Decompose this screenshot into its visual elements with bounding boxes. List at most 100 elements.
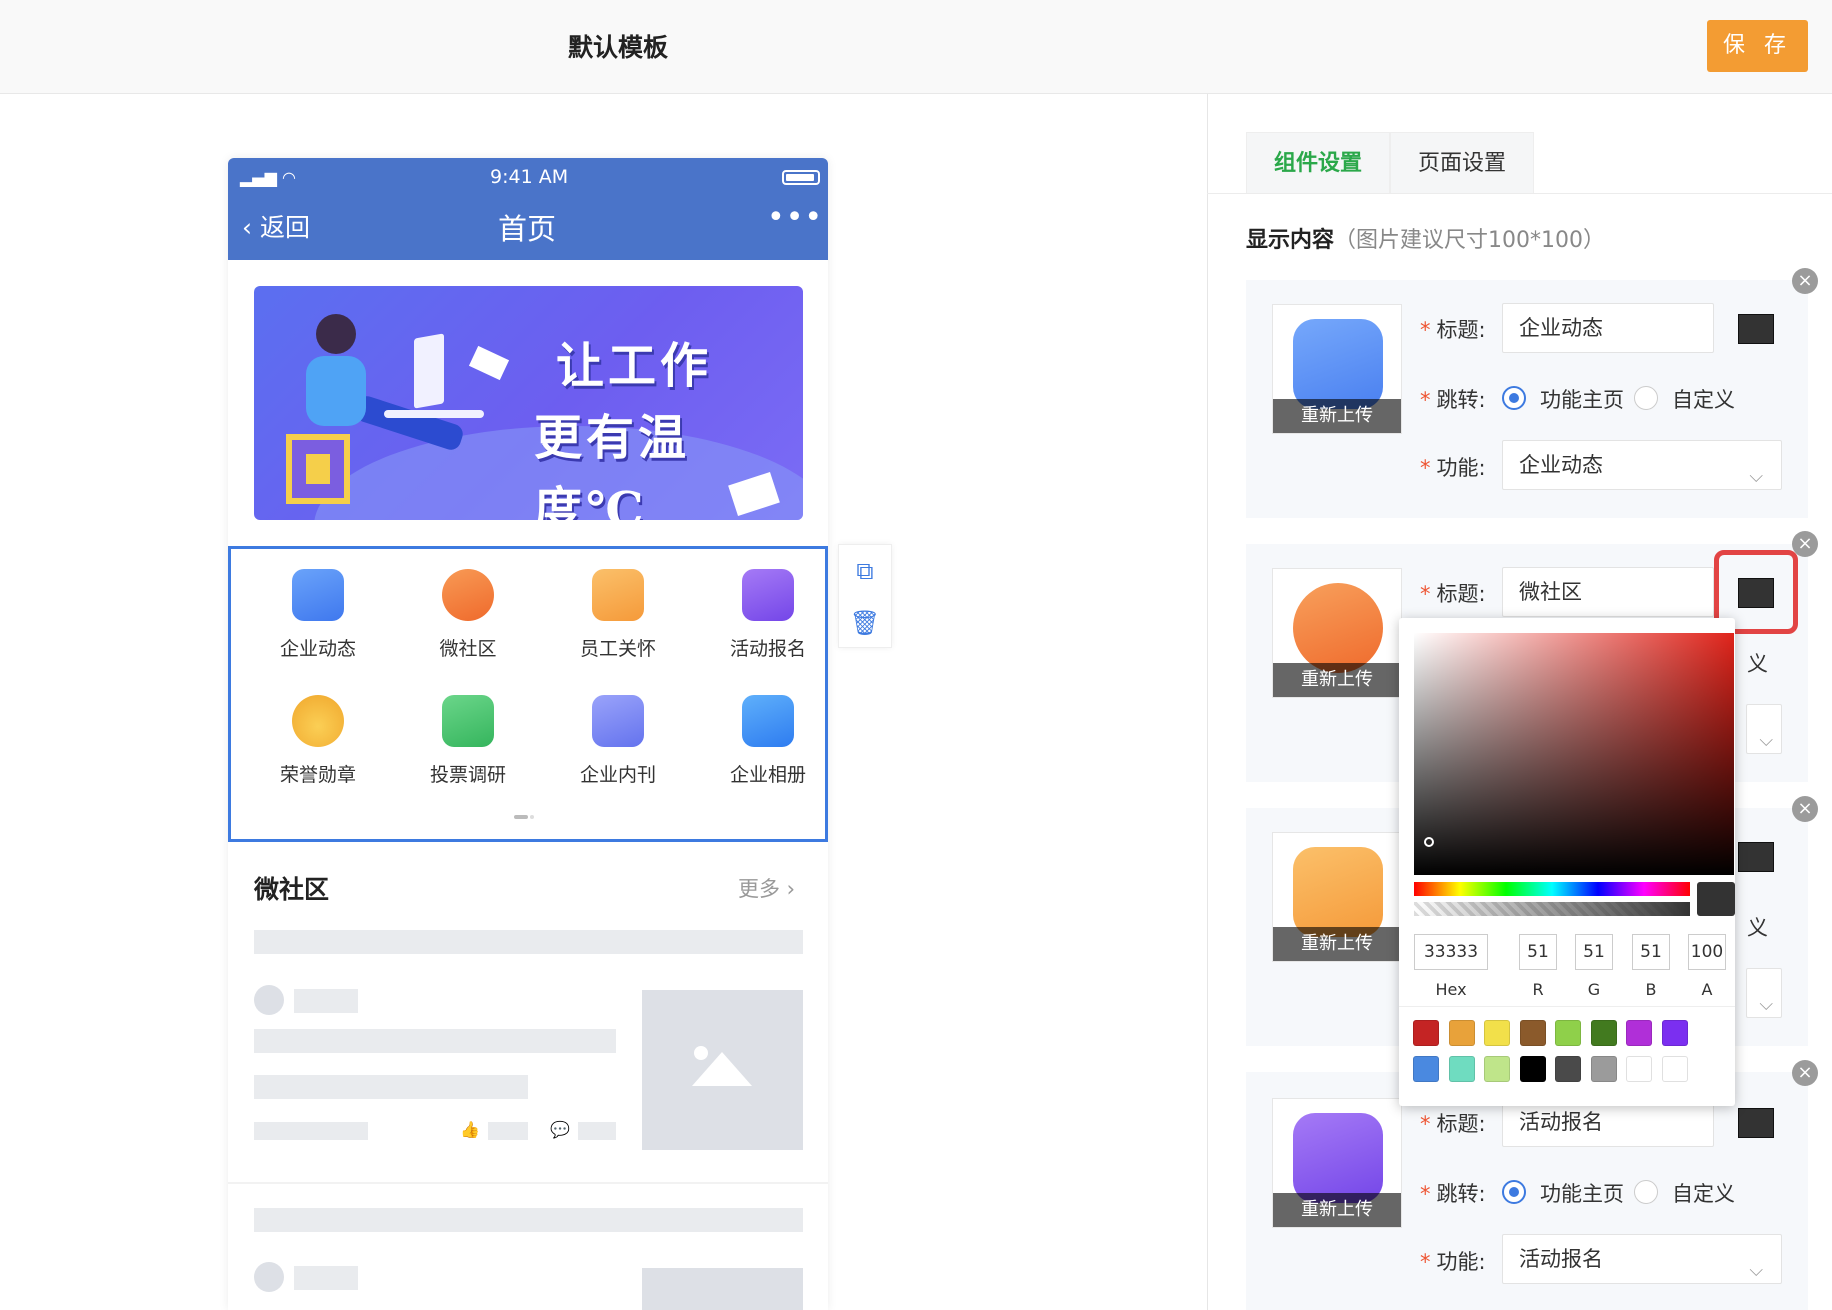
radio-custom[interactable] <box>1634 386 1658 410</box>
color-swatch[interactable] <box>1661 1020 1688 1046</box>
image-upload[interactable]: 重新上传 <box>1272 1098 1402 1228</box>
alpha-slider[interactable] <box>1414 902 1690 916</box>
chevron-left-icon: ‹ <box>242 213 260 242</box>
book-icon <box>592 695 644 747</box>
color-swatch[interactable] <box>1484 1020 1510 1046</box>
g-input[interactable]: 51 <box>1575 934 1613 970</box>
saturation-area[interactable] <box>1414 633 1734 875</box>
reupload-button[interactable]: 重新上传 <box>1273 663 1401 697</box>
func-select[interactable]: 企业动态 ⌵ <box>1502 440 1782 490</box>
b-input[interactable]: 51 <box>1632 934 1670 970</box>
hue-slider[interactable] <box>1414 882 1690 896</box>
color-swatch[interactable] <box>1519 1056 1546 1082</box>
skeleton-line <box>254 930 803 954</box>
document-icon <box>1293 319 1383 409</box>
color-picker-popup: 33333 51 51 51 100 Hex R G B A <box>1399 618 1735 1106</box>
color-swatch[interactable] <box>1626 1020 1652 1046</box>
copy-icon[interactable]: ⧉ <box>839 545 891 597</box>
a-input[interactable]: 100 <box>1688 934 1726 970</box>
star-badge-icon <box>1293 1113 1383 1203</box>
section-divider <box>228 1182 828 1184</box>
grid-item[interactable]: 荣誉勋章 <box>258 695 378 787</box>
page-indicator <box>514 804 534 819</box>
color-swatch[interactable] <box>1555 1056 1581 1082</box>
trash-icon[interactable]: 🗑 <box>839 597 891 649</box>
color-swatch[interactable] <box>1484 1056 1510 1082</box>
color-swatch[interactable] <box>1555 1020 1581 1046</box>
color-swatch[interactable] <box>1626 1056 1652 1082</box>
image-upload[interactable]: 重新上传 <box>1272 832 1402 962</box>
battery-icon <box>782 170 820 185</box>
grid-item[interactable]: 活动报名 <box>708 569 828 661</box>
color-cursor[interactable] <box>1424 837 1434 847</box>
color-swatch[interactable] <box>1590 1056 1617 1082</box>
radio-home-label: 功能主页 <box>1540 1182 1624 1206</box>
status-time: 9:41 AM <box>490 166 569 188</box>
panel-divider <box>1207 94 1208 1310</box>
skeleton-line <box>254 1208 803 1232</box>
grid-item[interactable]: 企业相册 <box>708 695 828 787</box>
func-select[interactable]: 活动报名 ⌵ <box>1502 1234 1782 1284</box>
hex-input[interactable]: 33333 <box>1414 934 1488 970</box>
image-upload[interactable]: 重新上传 <box>1272 304 1402 434</box>
radio-home[interactable] <box>1502 386 1526 410</box>
image-upload[interactable]: 重新上传 <box>1272 568 1402 698</box>
a-label: A <box>1701 980 1713 999</box>
feature-grid-selected[interactable]: 企业动态 微社区 员工关怀 活动报名 荣誉勋章 投票调研 企业内刊 企业相册 <box>228 546 828 842</box>
hex-label: Hex <box>1435 980 1467 999</box>
color-swatch[interactable] <box>1413 1020 1439 1046</box>
grid-item[interactable]: 员工关怀 <box>558 569 678 661</box>
photo-icon <box>742 695 794 747</box>
close-icon[interactable]: × <box>1792 796 1818 822</box>
close-icon[interactable]: × <box>1792 1060 1818 1086</box>
skeleton-line <box>578 1122 616 1140</box>
grid-item[interactable]: 企业动态 <box>258 569 378 661</box>
reupload-button[interactable]: 重新上传 <box>1273 927 1401 961</box>
color-swatch[interactable] <box>1519 1020 1546 1046</box>
title-input[interactable]: 企业动态 <box>1502 303 1714 353</box>
chat-bubble-icon <box>1293 583 1383 673</box>
radio-custom[interactable] <box>1634 1180 1658 1204</box>
phone-preview: ▂▄▆ ◠ 9:41 AM ‹ 返回 首页 ••• 让工作 更有温度℃ 企业动态… <box>228 158 828 1310</box>
medal-icon <box>292 695 344 747</box>
current-color-preview <box>1697 882 1735 916</box>
radio-home[interactable] <box>1502 1180 1526 1204</box>
banner-image[interactable]: 让工作 更有温度℃ <box>254 286 803 520</box>
color-swatch[interactable] <box>1661 1056 1688 1082</box>
more-icon[interactable]: ••• <box>767 200 823 235</box>
skeleton-line <box>294 989 358 1013</box>
radio-home-label: 功能主页 <box>1540 388 1624 412</box>
back-button[interactable]: ‹ 返回 <box>242 208 310 244</box>
grid-item[interactable]: 投票调研 <box>408 695 528 787</box>
gift-icon <box>1293 847 1383 937</box>
grid-item[interactable]: 企业内刊 <box>558 695 678 787</box>
func-select[interactable]: ⌵ <box>1746 704 1782 754</box>
reupload-button[interactable]: 重新上传 <box>1273 1193 1401 1227</box>
tab-component-settings[interactable]: 组件设置 <box>1246 132 1390 194</box>
color-swatch[interactable] <box>1448 1020 1475 1046</box>
reupload-button[interactable]: 重新上传 <box>1273 399 1401 433</box>
grid-item[interactable]: 微社区 <box>408 569 528 661</box>
r-label: R <box>1532 980 1544 999</box>
title-label: * 标题: <box>1420 582 1486 606</box>
func-select[interactable]: ⌵ <box>1746 968 1782 1018</box>
tab-page-settings[interactable]: 页面设置 <box>1390 132 1534 194</box>
image-placeholder-icon <box>642 1268 803 1310</box>
r-input[interactable]: 51 <box>1519 934 1557 970</box>
more-link[interactable]: 更多 › <box>738 873 795 903</box>
image-placeholder-icon <box>642 990 803 1150</box>
signal-wifi-icon: ▂▄▆ ◠ <box>240 168 296 187</box>
title-color-button[interactable] <box>1738 1108 1774 1138</box>
save-button[interactable]: 保 存 <box>1707 20 1808 72</box>
title-label: * 标题: <box>1420 1112 1486 1136</box>
title-color-button[interactable] <box>1738 842 1774 872</box>
title-color-button[interactable] <box>1738 314 1774 344</box>
title-input[interactable]: 微社区 <box>1502 567 1714 617</box>
color-swatch[interactable] <box>1413 1056 1439 1082</box>
jump-label: * 跳转: <box>1420 388 1486 412</box>
page-title: 默认模板 <box>568 33 669 62</box>
color-swatch[interactable] <box>1590 1020 1617 1046</box>
color-swatch[interactable] <box>1448 1056 1475 1082</box>
close-icon[interactable]: × <box>1792 268 1818 294</box>
title-label: * 标题: <box>1420 318 1486 342</box>
